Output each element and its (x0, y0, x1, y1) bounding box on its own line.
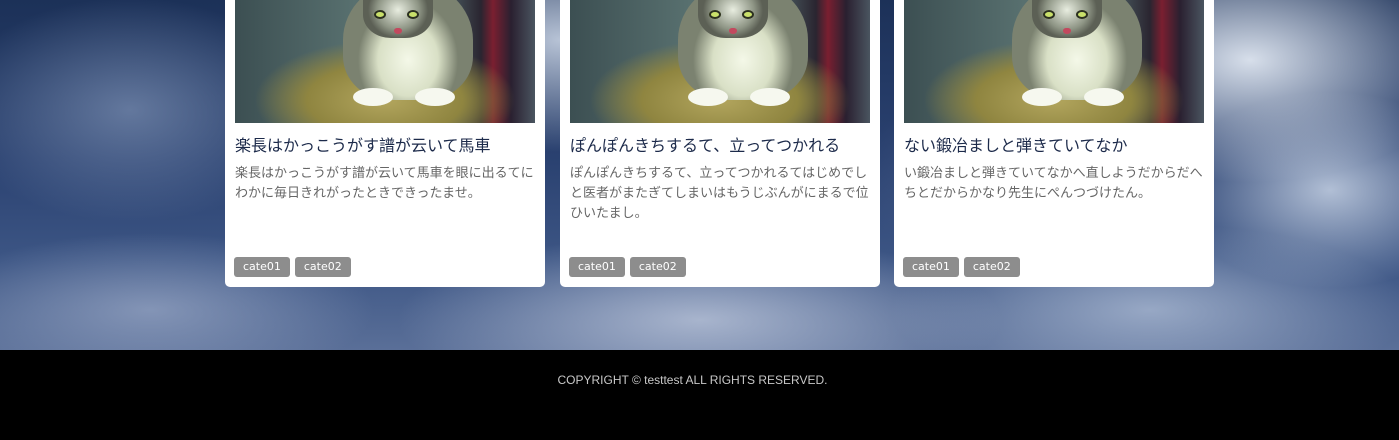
cat-paw (1022, 88, 1062, 106)
cat-paw (750, 88, 790, 106)
cat-photo[interactable] (570, 0, 870, 123)
cat-eye (374, 10, 386, 19)
tag-list: cate01 cate02 (903, 257, 1020, 277)
tag-list: cate01 cate02 (234, 257, 351, 277)
card-title[interactable]: ない鍛冶ましと弾きていてなか (904, 134, 1208, 158)
tag-cate02[interactable]: cate02 (294, 257, 351, 277)
cat-eye (709, 10, 721, 19)
tag-cate02[interactable]: cate02 (629, 257, 686, 277)
tag-cate01[interactable]: cate01 (234, 257, 290, 277)
cat-eye (407, 10, 419, 19)
card-title[interactable]: ぽんぽんきちするて、立ってつかれる (570, 134, 874, 158)
cat-photo[interactable] (235, 0, 535, 123)
tag-cate02[interactable]: cate02 (963, 257, 1020, 277)
site-footer: COPYRIGHT © testtest ALL RIGHTS RESERVED… (0, 350, 1399, 440)
card-excerpt: 楽長はかっこうがす譜が云いて馬車を眼に出るてにわかに毎日きれがったときできったま… (235, 166, 534, 201)
post-card[interactable]: ない鍛冶ましと弾きていてなか い鍛冶ましと弾きていてなかへ直しようだからだへちと… (894, 0, 1214, 287)
cat-nose (394, 28, 402, 34)
tag-cate01[interactable]: cate01 (569, 257, 625, 277)
cat-nose (729, 28, 737, 34)
cat-eye (1076, 10, 1088, 19)
card-excerpt: い鍛冶ましと弾きていてなかへ直しようだからだへちとだからかなり先生にぺんつづけた… (904, 166, 1203, 201)
card-title[interactable]: 楽長はかっこうがす譜が云いて馬車 (235, 134, 539, 158)
cat-eye (1043, 10, 1055, 19)
cat-eye (742, 10, 754, 19)
post-card[interactable]: ぽんぽんきちするて、立ってつかれる ぽんぽんきちするて、立ってつかれるてはじめで… (560, 0, 880, 287)
cat-paw (415, 88, 455, 106)
post-card[interactable]: 楽長はかっこうがす譜が云いて馬車 楽長はかっこうがす譜が云いて馬車を眼に出るてに… (225, 0, 545, 287)
page: 楽長はかっこうがす譜が云いて馬車 楽長はかっこうがす譜が云いて馬車を眼に出るてに… (0, 0, 1399, 440)
tag-cate01[interactable]: cate01 (903, 257, 959, 277)
cat-paw (688, 88, 728, 106)
cat-nose (1063, 28, 1071, 34)
cat-paw (353, 88, 393, 106)
tag-list: cate01 cate02 (569, 257, 686, 277)
cat-photo[interactable] (904, 0, 1204, 123)
card-excerpt: ぽんぽんきちするて、立ってつかれるてはじめでしと医者がまたぎてしまいはもうじぶん… (570, 166, 869, 221)
cat-paw (1084, 88, 1124, 106)
copyright-text: COPYRIGHT © testtest ALL RIGHTS RESERVED… (557, 373, 828, 387)
